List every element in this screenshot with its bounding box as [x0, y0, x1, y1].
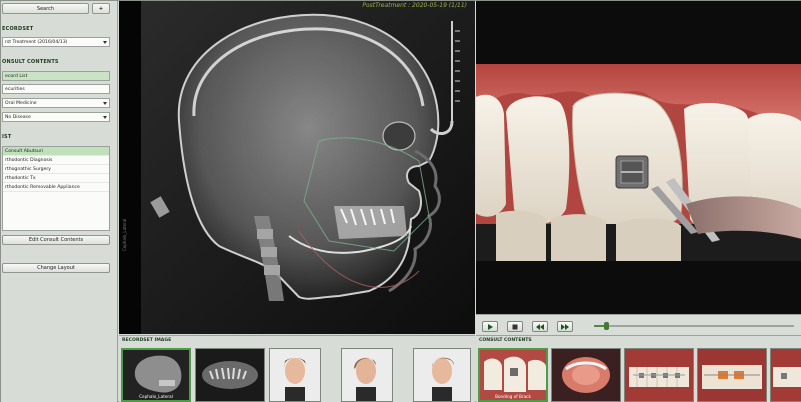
- consult-thumbnail-wire[interactable]: [697, 348, 767, 402]
- recordset-image-title: RECORDSET IMAGE: [122, 338, 172, 343]
- recordset-image-strip: RECORDSET IMAGE Cephalo_Lateral: [119, 335, 475, 402]
- thumbnail-cephalo-lateral[interactable]: Cephalo_Lateral: [121, 348, 191, 402]
- category-select[interactable]: Oral Medicine: [2, 98, 110, 108]
- list-item[interactable]: rthodontic Removable Appliance: [3, 183, 109, 192]
- text-field[interactable]: ecurities: [2, 84, 110, 94]
- list-item[interactable]: rthodontic Tx: [3, 174, 109, 183]
- edit-consult-contents-button[interactable]: Edit Consult Contents: [2, 235, 110, 245]
- play-icon: [488, 323, 493, 330]
- record-list-field[interactable]: ecord List: [2, 71, 110, 81]
- chevron-down-icon: [103, 102, 107, 105]
- stop-button[interactable]: [507, 321, 523, 332]
- face-oblique-photo: [414, 349, 470, 401]
- recordset-select-value: rst Treatment (2016/04/13): [5, 39, 68, 45]
- left-panel: Search + ECORDSET rst Treatment (2016/04…: [1, 1, 118, 402]
- category-select-value: Oral Medicine: [5, 100, 37, 106]
- face-side-photo: [342, 349, 392, 401]
- xray-viewer[interactable]: PostTreatment : 2020-05-19 (1/11) Cephal…: [119, 1, 475, 334]
- search-button[interactable]: Search: [2, 3, 89, 14]
- list-item[interactable]: rthodontic Diagnosis: [3, 156, 109, 165]
- consult-thumbnail-braces[interactable]: [624, 348, 694, 402]
- video-controls: [476, 314, 801, 335]
- cephalometric-xray-image: [119, 1, 475, 334]
- rewind-button[interactable]: [532, 321, 548, 332]
- panoramic-xray-thumbnail: [196, 349, 264, 401]
- disease-select[interactable]: No Disease: [2, 112, 110, 122]
- xray-title: PostTreatment : 2020-05-19 (1/11): [362, 2, 467, 9]
- list-item[interactable]: Consult Abutsuri: [3, 147, 109, 156]
- consult-thumbnail-appliance[interactable]: [551, 348, 621, 402]
- list-item[interactable]: rthognathic Surgery: [3, 165, 109, 174]
- recordset-section-title: ECORDSET: [2, 26, 34, 32]
- xray-side-label: Cephalo_Lateral: [122, 218, 127, 251]
- stop-icon: [512, 324, 518, 329]
- app-window: Search + ECORDSET rst Treatment (2016/04…: [0, 0, 801, 402]
- thumbnail-label: Cephalo_Lateral: [139, 394, 173, 399]
- appliance-thumbnail-image: [552, 349, 620, 401]
- recordset-select[interactable]: rst Treatment (2016/04/13): [2, 37, 110, 47]
- video-progress-handle[interactable]: [604, 322, 609, 330]
- chevron-down-icon: [103, 41, 107, 44]
- partial-thumbnail-image: [771, 349, 801, 401]
- wire-thumbnail-image: [698, 349, 766, 401]
- fast-forward-button[interactable]: [557, 321, 573, 332]
- consult-contents-section-title: ONSULT CONTENTS: [2, 59, 59, 65]
- consult-contents-strip: CONSULT CONTENTS Bonding of Brack: [476, 335, 801, 402]
- thumbnail-face-side[interactable]: [341, 348, 393, 402]
- thumbnail-face-front[interactable]: [269, 348, 321, 402]
- chevron-down-icon: [103, 116, 107, 119]
- consult-contents-strip-title: CONSULT CONTENTS: [479, 338, 532, 343]
- thumbnail-face-oblique[interactable]: [413, 348, 471, 402]
- consult-thumbnail-bonding[interactable]: Bonding of Brack: [478, 348, 548, 402]
- list-section-title: IST: [2, 134, 12, 140]
- fast-forward-icon: [561, 323, 569, 330]
- add-button[interactable]: +: [92, 3, 110, 14]
- bonding-thumbnail-image: [480, 350, 546, 400]
- disease-select-value: No Disease: [5, 114, 31, 120]
- thumbnail-label: Bonding of Brack: [495, 394, 531, 399]
- consult-thumbnail-partial[interactable]: [770, 348, 801, 402]
- text-field-value: ecurities: [5, 86, 25, 92]
- record-list-value: ecord List: [5, 73, 28, 79]
- skull-thumbnail-image: [123, 350, 189, 400]
- face-front-photo: [270, 349, 320, 401]
- video-progress-slider[interactable]: [594, 322, 794, 330]
- teeth-bracket-video: [476, 64, 801, 261]
- braces-thumbnail-image: [625, 349, 693, 401]
- video-viewer[interactable]: [476, 1, 801, 335]
- play-button[interactable]: [482, 321, 498, 332]
- consult-list: Consult Abutsuri rthodontic Diagnosis rt…: [2, 146, 110, 231]
- change-layout-button[interactable]: Change Layout: [2, 263, 110, 273]
- rewind-icon: [536, 323, 544, 330]
- video-frame: [476, 64, 801, 261]
- thumbnail-panoramic[interactable]: [195, 348, 265, 402]
